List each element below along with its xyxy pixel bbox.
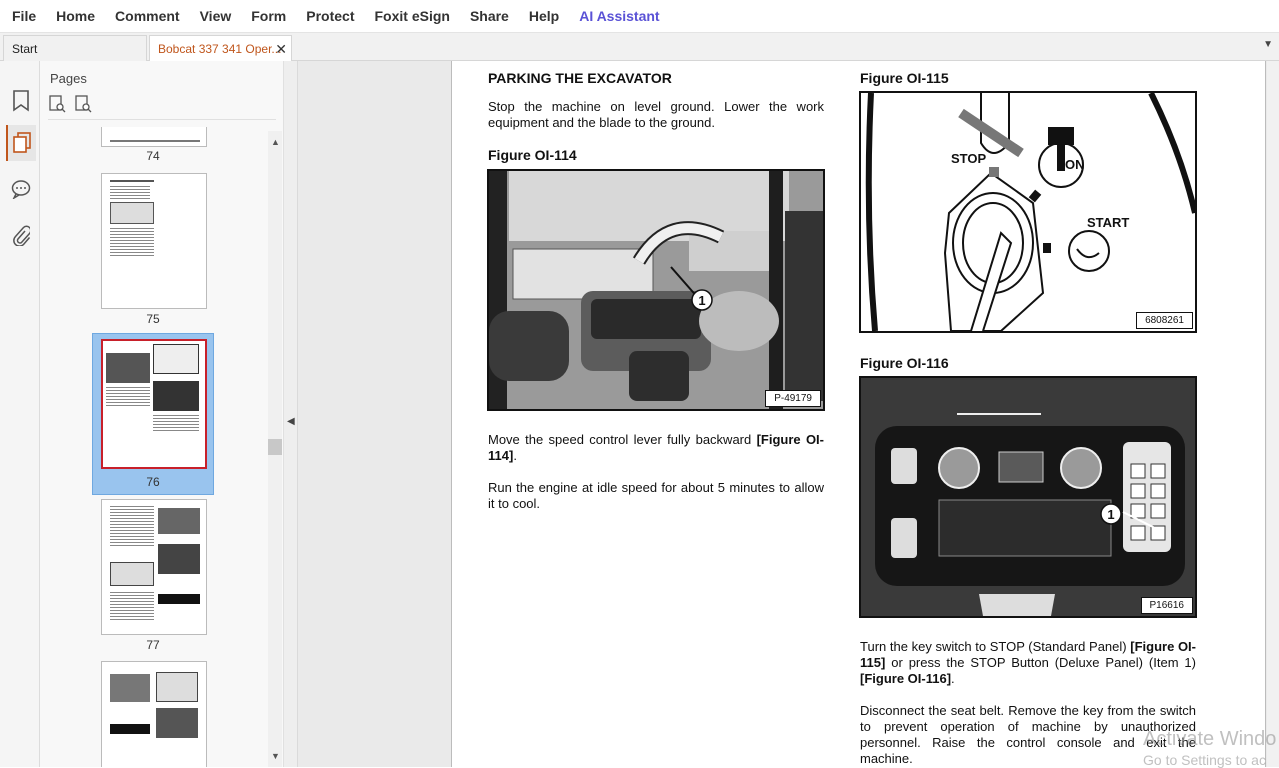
tab-start[interactable]: Start	[3, 35, 147, 61]
bookmark-icon[interactable]	[6, 83, 36, 119]
panel-collapse-handle[interactable]: ◀	[284, 61, 298, 767]
label-stop: STOP	[951, 151, 986, 166]
tab-document[interactable]: Bobcat 337 341 Oper... ✕	[149, 35, 292, 62]
paragraph-key-switch-text-a: Turn the key switch to STOP (Standard Pa…	[860, 639, 1131, 654]
label-on: ON	[1065, 157, 1085, 172]
paragraph-idle-speed: Run the engine at idle speed for about 5…	[488, 480, 824, 511]
collapse-left-icon[interactable]: ◀	[287, 416, 295, 427]
menu-help[interactable]: Help	[519, 0, 569, 33]
page-number-76: 76	[146, 475, 160, 489]
page-thumbnail-76[interactable]	[101, 339, 207, 469]
panel-scroll-thumb[interactable]	[268, 439, 282, 455]
zoom-thumbnail-icon[interactable]	[74, 95, 92, 113]
page-thumbnail-77[interactable]	[101, 499, 207, 635]
callout-1: 1	[698, 293, 705, 308]
page-number-77: 77	[146, 638, 160, 652]
paragraph-stop-machine: Stop the machine on level ground. Lower …	[488, 99, 824, 130]
figure-116-title: Figure OI-116	[860, 355, 949, 371]
menu-bar: File Home Comment View Form Protect Foxi…	[0, 0, 1279, 33]
page-thumbnail-74[interactable]	[101, 127, 207, 147]
figure-ref-116: [Figure OI-116]	[860, 671, 952, 686]
paragraph-key-switch-text-b: or press the STOP Button (Deluxe Panel) …	[885, 655, 1196, 670]
menu-comment[interactable]: Comment	[105, 0, 190, 33]
figure-115-code: 6808261	[1136, 312, 1193, 329]
scroll-up-icon[interactable]: ▲	[271, 137, 280, 147]
menu-ai-assistant[interactable]: AI Assistant	[569, 0, 669, 33]
paragraph-key-switch: Turn the key switch to STOP (Standard Pa…	[860, 639, 1196, 686]
pages-icon[interactable]	[6, 125, 36, 161]
tab-document-label: Bobcat 337 341 Oper...	[158, 42, 282, 56]
menu-form[interactable]: Form	[241, 0, 296, 33]
page-thumbnail-75[interactable]	[101, 173, 207, 309]
figure-115-diagram: STOP ON START 6808261	[859, 91, 1197, 333]
menu-foxit-esign[interactable]: Foxit eSign	[364, 0, 459, 33]
pdf-page: PARKING THE EXCAVATOR Stop the machine o…	[451, 61, 1266, 767]
page-number-74: 74	[146, 149, 160, 163]
figure-116-photo: 1 P16616	[859, 376, 1197, 618]
chevron-down-icon[interactable]: ▼	[1263, 39, 1273, 50]
tab-start-label: Start	[12, 42, 38, 56]
figure-114-title: Figure OI-114	[488, 147, 577, 163]
page-options-icon[interactable]	[48, 95, 66, 113]
figure-114-photo: 1 P-49179	[487, 169, 825, 411]
activation-watermark-sub: Go to Settings to ac	[1143, 752, 1266, 768]
menu-view[interactable]: View	[190, 0, 242, 33]
menu-home[interactable]: Home	[46, 0, 105, 33]
menu-file[interactable]: File	[0, 0, 46, 33]
figure-116-code: P16616	[1140, 597, 1193, 614]
document-scrollbar[interactable]	[1267, 61, 1279, 767]
panel-title: Pages	[50, 71, 87, 86]
activation-watermark: Activate Windo	[1143, 728, 1277, 750]
figure-114-code: P-49179	[765, 390, 821, 407]
scroll-down-icon[interactable]: ▼	[271, 751, 280, 761]
menu-protect[interactable]: Protect	[296, 0, 364, 33]
paragraph-speed-control: Move the speed control lever fully backw…	[488, 432, 825, 463]
close-icon[interactable]: ✕	[275, 36, 287, 62]
callout-1-deluxe: 1	[1107, 507, 1114, 522]
pages-panel: Pages 74 75 76 77 ▲ ▼	[40, 61, 284, 767]
comment-icon[interactable]	[6, 171, 36, 207]
section-heading: PARKING THE EXCAVATOR	[488, 70, 672, 86]
panel-toolbar	[48, 95, 92, 113]
document-viewport: PARKING THE EXCAVATOR Stop the machine o…	[298, 61, 1279, 767]
page-thumbnail-78[interactable]	[101, 661, 207, 767]
paragraph-speed-control-text: Move the speed control lever fully backw…	[488, 432, 757, 447]
side-rail	[0, 61, 40, 767]
label-start: START	[1087, 215, 1129, 230]
attachment-icon[interactable]	[6, 217, 36, 253]
page-number-75: 75	[146, 312, 160, 326]
panel-divider	[48, 119, 276, 120]
menu-share[interactable]: Share	[460, 0, 519, 33]
figure-115-title: Figure OI-115	[860, 70, 949, 86]
tab-bar: Start Bobcat 337 341 Oper... ✕ ▼	[0, 33, 1279, 62]
